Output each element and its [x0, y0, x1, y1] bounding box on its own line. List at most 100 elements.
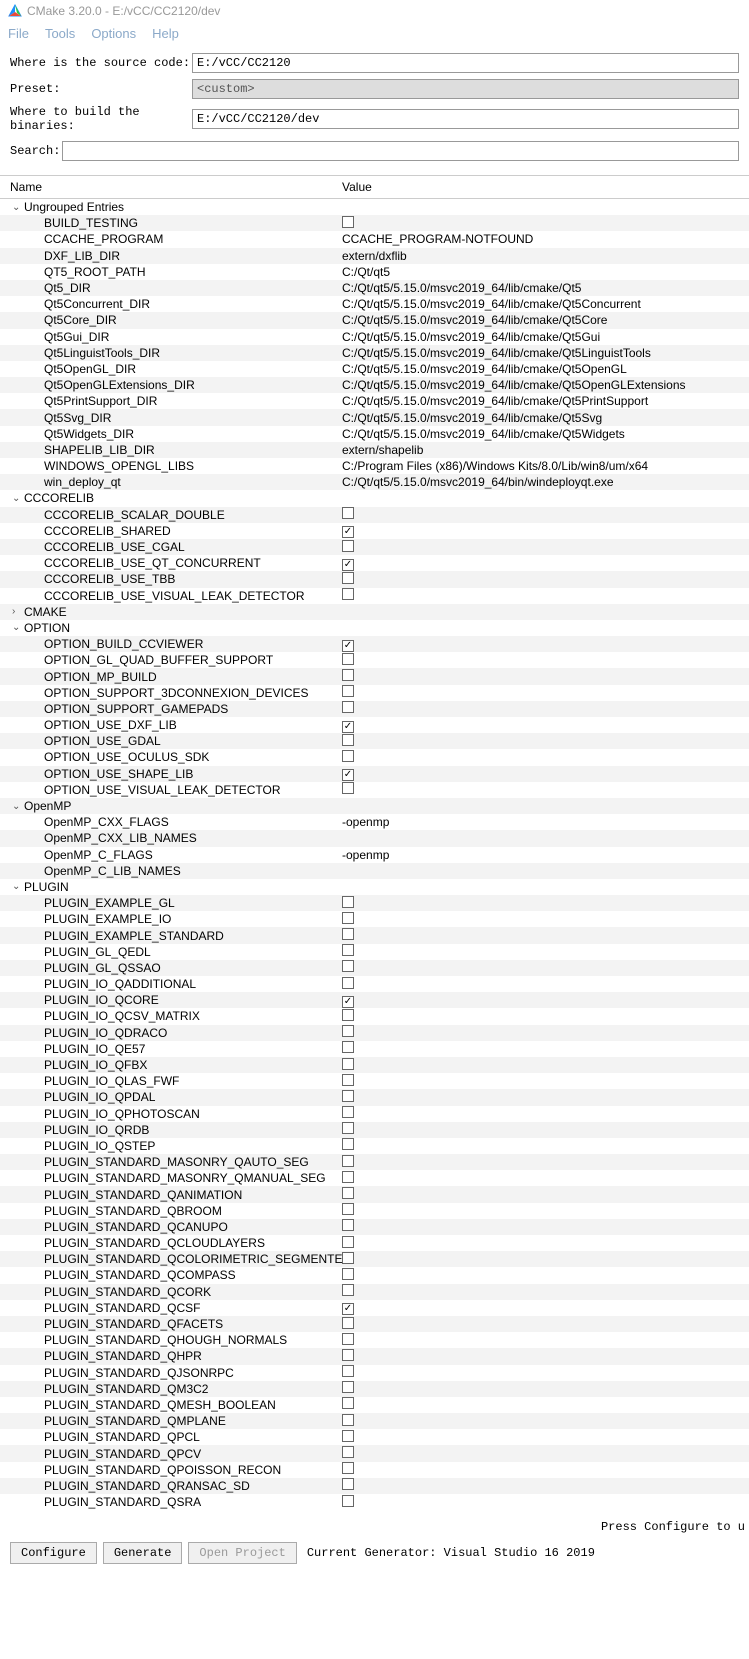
cache-entry-row[interactable]: PLUGIN_STANDARD_QCOLORIMETRIC_SEGMENTER — [0, 1251, 749, 1267]
group-row[interactable]: ⌄OpenMP — [0, 798, 749, 814]
cache-entry-row[interactable]: PLUGIN_GL_QSSAO — [0, 960, 749, 976]
chevron-down-icon[interactable]: ⌄ — [12, 622, 24, 633]
checkbox[interactable] — [342, 1414, 354, 1426]
cache-entry-row[interactable]: WINDOWS_OPENGL_LIBSC:/Program Files (x86… — [0, 458, 749, 474]
checkbox[interactable] — [342, 1090, 354, 1102]
cache-entry-row[interactable]: PLUGIN_STANDARD_QMPLANE — [0, 1413, 749, 1429]
checkbox[interactable] — [342, 1074, 354, 1086]
cache-entry-row[interactable]: OPTION_GL_QUAD_BUFFER_SUPPORT — [0, 652, 749, 668]
entry-value[interactable]: C:/Qt/qt5/5.15.0/msvc2019_64/lib/cmake/Q… — [342, 346, 651, 360]
cache-entry-row[interactable]: CCCORELIB_USE_CGAL — [0, 539, 749, 555]
checkbox[interactable] — [342, 912, 354, 924]
cache-entry-row[interactable]: PLUGIN_STANDARD_QFACETS — [0, 1316, 749, 1332]
build-input[interactable] — [192, 109, 739, 129]
checkbox[interactable] — [342, 928, 354, 940]
cache-entry-row[interactable]: PLUGIN_STANDARD_QANIMATION — [0, 1186, 749, 1202]
cache-entry-row[interactable]: PLUGIN_STANDARD_QJSONRPC — [0, 1365, 749, 1381]
cache-entry-row[interactable]: PLUGIN_STANDARD_MASONRY_QMANUAL_SEG — [0, 1170, 749, 1186]
chevron-down-icon[interactable]: ⌄ — [12, 881, 24, 892]
entry-value[interactable]: C:/Qt/qt5/5.15.0/msvc2019_64/lib/cmake/Q… — [342, 330, 600, 344]
search-input[interactable] — [62, 141, 739, 161]
checkbox[interactable] — [342, 944, 354, 956]
entry-value[interactable]: -openmp — [342, 848, 389, 862]
cache-entry-row[interactable]: PLUGIN_IO_QSTEP — [0, 1138, 749, 1154]
cache-entry-row[interactable]: PLUGIN_STANDARD_QPCV — [0, 1445, 749, 1461]
menu-options[interactable]: Options — [91, 26, 136, 41]
cache-entry-row[interactable]: win_deploy_qtC:/Qt/qt5/5.15.0/msvc2019_6… — [0, 474, 749, 490]
entry-value[interactable]: extern/dxflib — [342, 249, 407, 263]
checkbox[interactable] — [342, 588, 354, 600]
checkbox[interactable] — [342, 559, 354, 571]
checkbox[interactable] — [342, 1219, 354, 1231]
cache-entry-row[interactable]: PLUGIN_STANDARD_QCOMPASS — [0, 1267, 749, 1283]
checkbox[interactable] — [342, 640, 354, 652]
entry-value[interactable]: C:/Qt/qt5/5.15.0/msvc2019_64/lib/cmake/Q… — [342, 281, 581, 295]
cache-entry-row[interactable]: CCCORELIB_USE_TBB — [0, 571, 749, 587]
cache-entry-row[interactable]: OpenMP_C_LIB_NAMES — [0, 863, 749, 879]
checkbox[interactable] — [342, 507, 354, 519]
group-row[interactable]: ⌄Ungrouped Entries — [0, 199, 749, 215]
cache-entry-row[interactable]: PLUGIN_STANDARD_QSRA — [0, 1494, 749, 1510]
cache-entry-row[interactable]: CCACHE_PROGRAMCCACHE_PROGRAM-NOTFOUND — [0, 231, 749, 247]
cache-entry-row[interactable]: SHAPELIB_LIB_DIRextern/shapelib — [0, 442, 749, 458]
checkbox[interactable] — [342, 1365, 354, 1377]
chevron-down-icon[interactable]: ⌄ — [12, 493, 24, 504]
cache-entry-row[interactable]: CCCORELIB_USE_QT_CONCURRENT — [0, 555, 749, 571]
entry-value[interactable]: C:/Qt/qt5/5.15.0/msvc2019_64/lib/cmake/Q… — [342, 411, 602, 425]
cache-entry-row[interactable]: Qt5Gui_DIRC:/Qt/qt5/5.15.0/msvc2019_64/l… — [0, 329, 749, 345]
cache-entry-row[interactable]: PLUGIN_STANDARD_MASONRY_QAUTO_SEG — [0, 1154, 749, 1170]
cache-entry-row[interactable]: OPTION_MP_BUILD — [0, 668, 749, 684]
checkbox[interactable] — [342, 1106, 354, 1118]
entry-value[interactable]: C:/Qt/qt5/5.15.0/msvc2019_64/lib/cmake/Q… — [342, 297, 641, 311]
cache-entry-row[interactable]: PLUGIN_STANDARD_QHOUGH_NORMALS — [0, 1332, 749, 1348]
checkbox[interactable] — [342, 977, 354, 989]
checkbox[interactable] — [342, 1397, 354, 1409]
cache-entry-row[interactable]: BUILD_TESTING — [0, 215, 749, 231]
cache-entry-row[interactable]: PLUGIN_STANDARD_QHPR — [0, 1348, 749, 1364]
cache-entry-row[interactable]: PLUGIN_IO_QCORE — [0, 992, 749, 1008]
cache-entry-row[interactable]: Qt5LinguistTools_DIRC:/Qt/qt5/5.15.0/msv… — [0, 345, 749, 361]
checkbox[interactable] — [342, 1349, 354, 1361]
checkbox[interactable] — [342, 653, 354, 665]
cache-entry-row[interactable]: PLUGIN_IO_QADDITIONAL — [0, 976, 749, 992]
group-row[interactable]: ⌄OPTION — [0, 620, 749, 636]
cache-entry-row[interactable]: OpenMP_CXX_LIB_NAMES — [0, 830, 749, 846]
checkbox[interactable] — [342, 1138, 354, 1150]
chevron-down-icon[interactable]: ⌄ — [12, 202, 24, 213]
entry-value[interactable]: C:/Qt/qt5/5.15.0/msvc2019_64/lib/cmake/Q… — [342, 394, 648, 408]
checkbox[interactable] — [342, 1025, 354, 1037]
checkbox[interactable] — [342, 1171, 354, 1183]
checkbox[interactable] — [342, 572, 354, 584]
cache-entry-row[interactable]: OpenMP_C_FLAGS-openmp — [0, 847, 749, 863]
checkbox[interactable] — [342, 769, 354, 781]
chevron-down-icon[interactable]: ⌄ — [12, 801, 24, 812]
checkbox[interactable] — [342, 750, 354, 762]
configure-button[interactable]: Configure — [10, 1542, 97, 1564]
checkbox[interactable] — [342, 216, 354, 228]
checkbox[interactable] — [342, 540, 354, 552]
cache-entry-row[interactable]: QT5_ROOT_PATHC:/Qt/qt5 — [0, 264, 749, 280]
cache-entry-row[interactable]: PLUGIN_IO_QPDAL — [0, 1089, 749, 1105]
menu-tools[interactable]: Tools — [45, 26, 75, 41]
entry-value[interactable]: C:/Qt/qt5/5.15.0/msvc2019_64/lib/cmake/Q… — [342, 313, 607, 327]
cache-entry-row[interactable]: PLUGIN_IO_QDRACO — [0, 1025, 749, 1041]
cache-entry-row[interactable]: OPTION_USE_SHAPE_LIB — [0, 766, 749, 782]
cache-entry-row[interactable]: CCCORELIB_SHARED — [0, 523, 749, 539]
cache-entry-row[interactable]: OPTION_USE_VISUAL_LEAK_DETECTOR — [0, 782, 749, 798]
checkbox[interactable] — [342, 1058, 354, 1070]
checkbox[interactable] — [342, 701, 354, 713]
cache-entry-row[interactable]: Qt5Widgets_DIRC:/Qt/qt5/5.15.0/msvc2019_… — [0, 426, 749, 442]
cache-entry-row[interactable]: PLUGIN_EXAMPLE_IO — [0, 911, 749, 927]
cache-entry-row[interactable]: Qt5PrintSupport_DIRC:/Qt/qt5/5.15.0/msvc… — [0, 393, 749, 409]
cache-entry-row[interactable]: Qt5_DIRC:/Qt/qt5/5.15.0/msvc2019_64/lib/… — [0, 280, 749, 296]
open-project-button[interactable]: Open Project — [188, 1542, 296, 1564]
checkbox[interactable] — [342, 1187, 354, 1199]
cache-entry-row[interactable]: OPTION_USE_GDAL — [0, 733, 749, 749]
cache-entry-row[interactable]: OpenMP_CXX_FLAGS-openmp — [0, 814, 749, 830]
checkbox[interactable] — [342, 1203, 354, 1215]
checkbox[interactable] — [342, 734, 354, 746]
cache-entry-row[interactable]: PLUGIN_STANDARD_QCANUPO — [0, 1219, 749, 1235]
checkbox[interactable] — [342, 1303, 354, 1315]
checkbox[interactable] — [342, 1155, 354, 1167]
cache-entry-row[interactable]: Qt5Svg_DIRC:/Qt/qt5/5.15.0/msvc2019_64/l… — [0, 409, 749, 425]
